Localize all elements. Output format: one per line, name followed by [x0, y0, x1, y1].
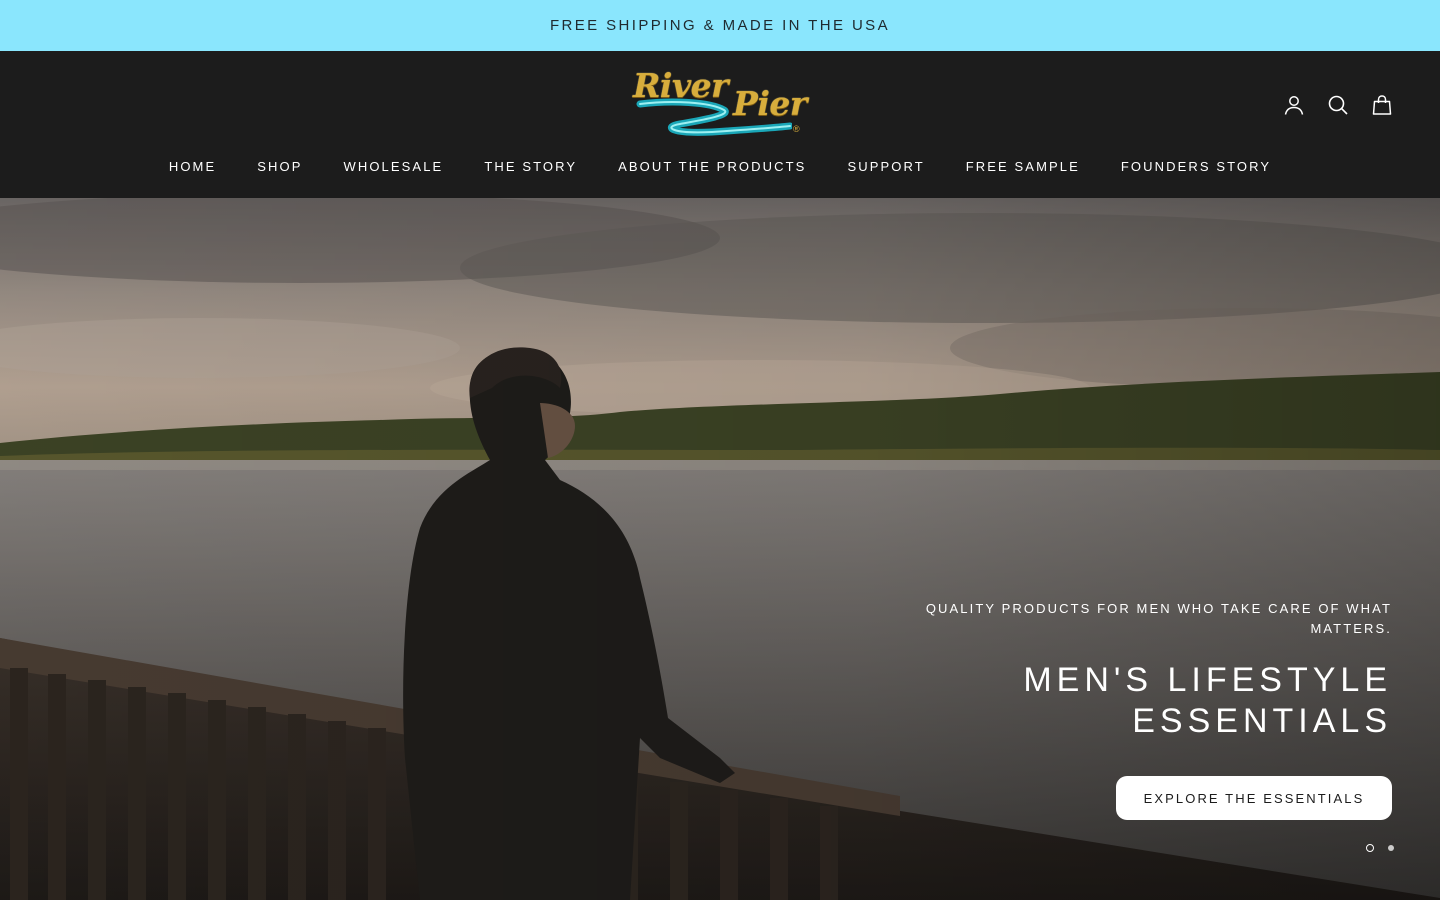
logo-word-river: River — [633, 66, 729, 105]
slide-dot-active[interactable] — [1366, 844, 1374, 852]
hero-subtitle: QUALITY PRODUCTS FOR MEN WHO TAKE CARE O… — [925, 601, 1392, 636]
slideshow-pagination — [1366, 844, 1394, 852]
main-nav: HOME SHOP WHOLESALE THE STORY ABOUT THE … — [0, 159, 1440, 174]
cart-icon[interactable] — [1370, 93, 1394, 117]
site-header: River Pier ® HOME SHOP WHOLESALE THE STO… — [0, 51, 1440, 198]
hero-slideshow: QUALITY PRODUCTS FOR MEN WHO TAKE CARE O… — [0, 198, 1440, 900]
nav-item-shop[interactable]: SHOP — [257, 159, 302, 174]
nav-item-wholesale[interactable]: WHOLESALE — [343, 159, 443, 174]
logo-word-pier: Pier — [733, 84, 807, 123]
nav-item-support[interactable]: SUPPORT — [847, 159, 924, 174]
header-actions — [1282, 93, 1394, 117]
nav-item-the-story[interactable]: THE STORY — [484, 159, 577, 174]
nav-item-founders-story[interactable]: FOUNDERS STORY — [1121, 159, 1271, 174]
logo-registered-mark: ® — [793, 124, 800, 134]
hero-title: MEN'S LIFESTYLE ESSENTIALS — [1023, 661, 1392, 740]
account-icon[interactable] — [1282, 93, 1306, 117]
nav-item-free-sample[interactable]: FREE SAMPLE — [966, 159, 1080, 174]
slide-dot[interactable] — [1388, 845, 1394, 851]
search-icon[interactable] — [1326, 93, 1350, 117]
site-logo[interactable]: River Pier ® — [632, 66, 812, 140]
nav-item-about-the-products[interactable]: ABOUT THE PRODUCTS — [618, 159, 806, 174]
explore-essentials-button[interactable]: EXPLORE THE ESSENTIALS — [1116, 776, 1392, 820]
announcement-bar: FREE SHIPPING & MADE IN THE USA — [0, 0, 1440, 51]
announcement-text: FREE SHIPPING & MADE IN THE USA — [549, 17, 890, 34]
nav-item-home[interactable]: HOME — [169, 159, 216, 174]
